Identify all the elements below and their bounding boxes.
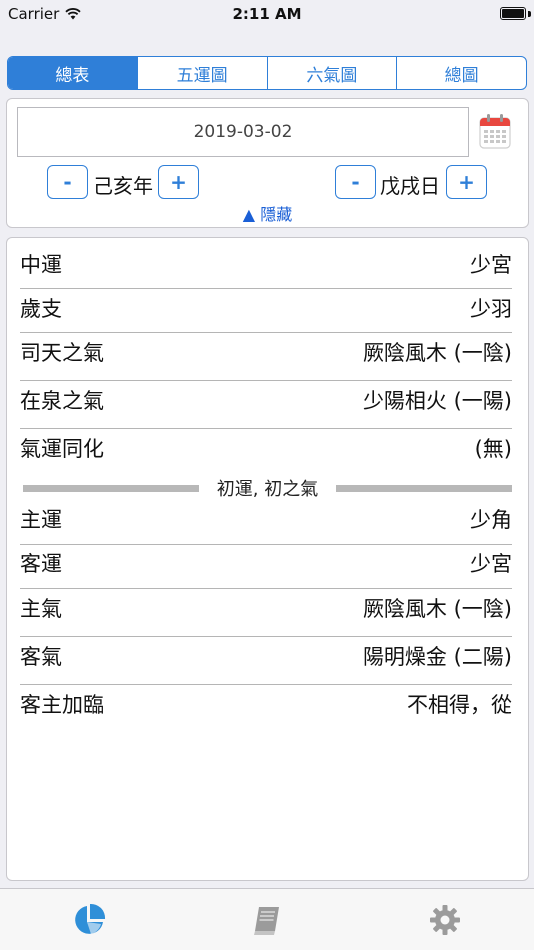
row-value: 陽明燥金 (二陽) [362, 645, 512, 669]
row-value: 厥陰風木 (一陰) [362, 341, 512, 365]
tab-bar-item-book[interactable] [178, 889, 356, 950]
row-value: 少角 [470, 508, 512, 532]
row-label: 中運 [20, 253, 62, 277]
list-item: 客主加臨 不相得，從 [20, 680, 512, 728]
tab-bar-item-settings[interactable] [356, 889, 534, 950]
pie-chart-icon [75, 903, 106, 934]
section-divider-left [23, 484, 199, 492]
row-value: 少陽相火 (一陽) [362, 389, 512, 413]
tab-five-movements[interactable]: 五運圖 [138, 57, 268, 89]
tab-bar-item-summary[interactable] [0, 889, 178, 950]
row-label: 客運 [20, 552, 62, 576]
date-panel: 2019-03-02 - 己亥年 + - 戊戌日 + ▲ 隱藏 [6, 98, 529, 228]
year-plus-button[interactable]: + [158, 165, 199, 199]
list-item: 氣運同化 (無) [20, 424, 512, 472]
view-segmented-control: 總表 五運圖 六氣圖 總圖 [7, 56, 527, 90]
row-value: 少宮 [470, 253, 512, 277]
row-value: 少羽 [470, 297, 512, 321]
year-minus-button[interactable]: - [47, 165, 88, 199]
hide-toggle-link[interactable]: ▲ 隱藏 [7, 201, 528, 225]
tab-overview[interactable]: 總圖 [397, 57, 526, 89]
row-label: 在泉之氣 [20, 389, 104, 413]
row-value: 厥陰風木 (一陰) [362, 597, 512, 621]
list-item: 歲支 少羽 [20, 284, 512, 332]
row-label: 氣運同化 [20, 437, 104, 461]
section-divider-right [336, 484, 513, 492]
tab-summary[interactable]: 總表 [8, 57, 138, 89]
row-label: 客主加臨 [20, 693, 104, 717]
status-time: 2:11 AM [232, 5, 302, 23]
battery-tip [528, 11, 531, 17]
row-label: 主運 [20, 508, 62, 532]
row-value: 少宮 [470, 552, 512, 576]
list-item: 客運 少宮 [20, 539, 512, 587]
list-item: 客氣 陽明燥金 (二陽) [20, 632, 512, 680]
calendar-icon[interactable] [479, 113, 511, 149]
row-label: 客氣 [20, 645, 62, 669]
status-bar: Carrier 2:11 AM [0, 0, 534, 30]
tab-six-qi[interactable]: 六氣圖 [268, 57, 398, 89]
day-minus-button[interactable]: - [335, 165, 376, 199]
gear-icon [430, 904, 460, 935]
tab-bar [0, 888, 534, 950]
list-item: 在泉之氣 少陽相火 (一陽) [20, 376, 512, 424]
row-value: 不相得，從 [407, 693, 512, 717]
book-icon [254, 906, 279, 935]
day-plus-button[interactable]: + [446, 165, 487, 199]
date-field[interactable]: 2019-03-02 [17, 107, 469, 157]
summary-list: 中運 少宮 歲支 少羽 司天之氣 厥陰風木 (一陰) 在泉之氣 少陽相火 (一陽… [6, 237, 529, 881]
list-item: 司天之氣 厥陰風木 (一陰) [20, 328, 512, 376]
year-label: 己亥年 [93, 174, 153, 198]
list-item: 主運 少角 [20, 495, 512, 543]
battery-icon [500, 7, 526, 20]
list-item: 主氣 厥陰風木 (一陰) [20, 584, 512, 632]
row-label: 司天之氣 [20, 341, 104, 365]
row-label: 主氣 [20, 597, 62, 621]
list-item: 中運 少宮 [20, 240, 512, 288]
row-value: (無) [474, 437, 512, 461]
day-label: 戊戌日 [380, 174, 440, 198]
row-label: 歲支 [20, 297, 62, 321]
